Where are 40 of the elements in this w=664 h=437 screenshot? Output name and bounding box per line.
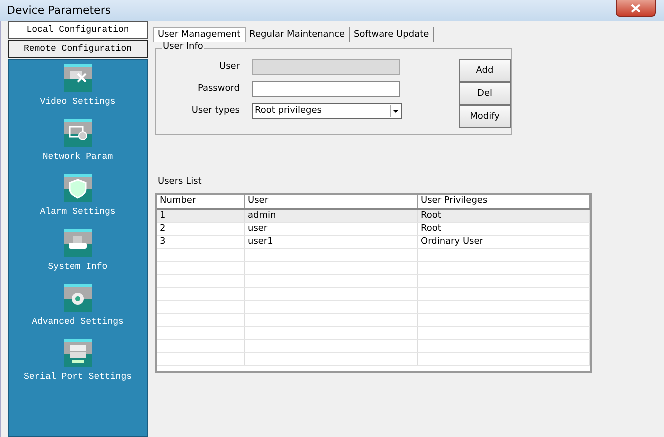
sidebar-item[interactable]: Network Param	[42, 152, 114, 162]
list-title: Users List	[158, 177, 203, 187]
table-cell: user1	[245, 236, 418, 248]
action-button[interactable]: Del	[459, 82, 511, 105]
table-cell: Ordinary User	[418, 236, 590, 248]
sidebar-section-button[interactable]: Local Configuration	[8, 21, 148, 39]
input-field[interactable]	[252, 81, 400, 97]
field-label: User	[218, 62, 241, 72]
window-title: Device Parameters	[7, 4, 112, 17]
table-cell: 2	[157, 223, 245, 235]
table-cell: Root	[418, 210, 590, 222]
table-cell: Root	[418, 223, 590, 235]
group-title: User Info	[162, 42, 204, 52]
sidebar-item[interactable]: System Info	[48, 262, 108, 272]
tab[interactable]: Regular Maintenance	[246, 27, 350, 42]
user-type-dropdown[interactable]: Root privileges	[252, 103, 402, 119]
field-label: Password	[196, 84, 241, 94]
table-cell: admin	[245, 210, 418, 222]
column-header[interactable]: User	[245, 195, 418, 208]
tab[interactable]: User Management	[153, 27, 246, 42]
table-row[interactable]: 3 user1 Ordinary User	[157, 236, 590, 249]
table-cell: 1	[157, 210, 245, 222]
table-cell: user	[245, 223, 418, 235]
caret-icon[interactable]	[390, 105, 401, 117]
sidebar-item[interactable]: Advanced Settings	[32, 317, 124, 327]
sidebar-item[interactable]: Serial Port Settings	[24, 372, 132, 382]
tab[interactable]: Software Update	[350, 27, 434, 42]
action-button[interactable]: Modify	[459, 105, 511, 128]
sidebar-item[interactable]: Video Settings	[40, 97, 116, 107]
action-button[interactable]: Add	[459, 59, 511, 82]
column-header[interactable]: Number	[157, 195, 245, 208]
sidebar-section-button[interactable]: Remote Configuration	[8, 40, 148, 58]
sidebar-item[interactable]: Alarm Settings	[40, 207, 116, 217]
table-cell: 3	[157, 236, 245, 248]
close-button[interactable]	[616, 0, 656, 17]
close-icon	[631, 4, 641, 12]
field-label: User types	[190, 106, 241, 116]
table-row[interactable]: 2 user Root	[157, 223, 590, 236]
column-header[interactable]: User Privileges	[418, 195, 590, 208]
table-row[interactable]: 1 admin Root	[157, 210, 590, 223]
